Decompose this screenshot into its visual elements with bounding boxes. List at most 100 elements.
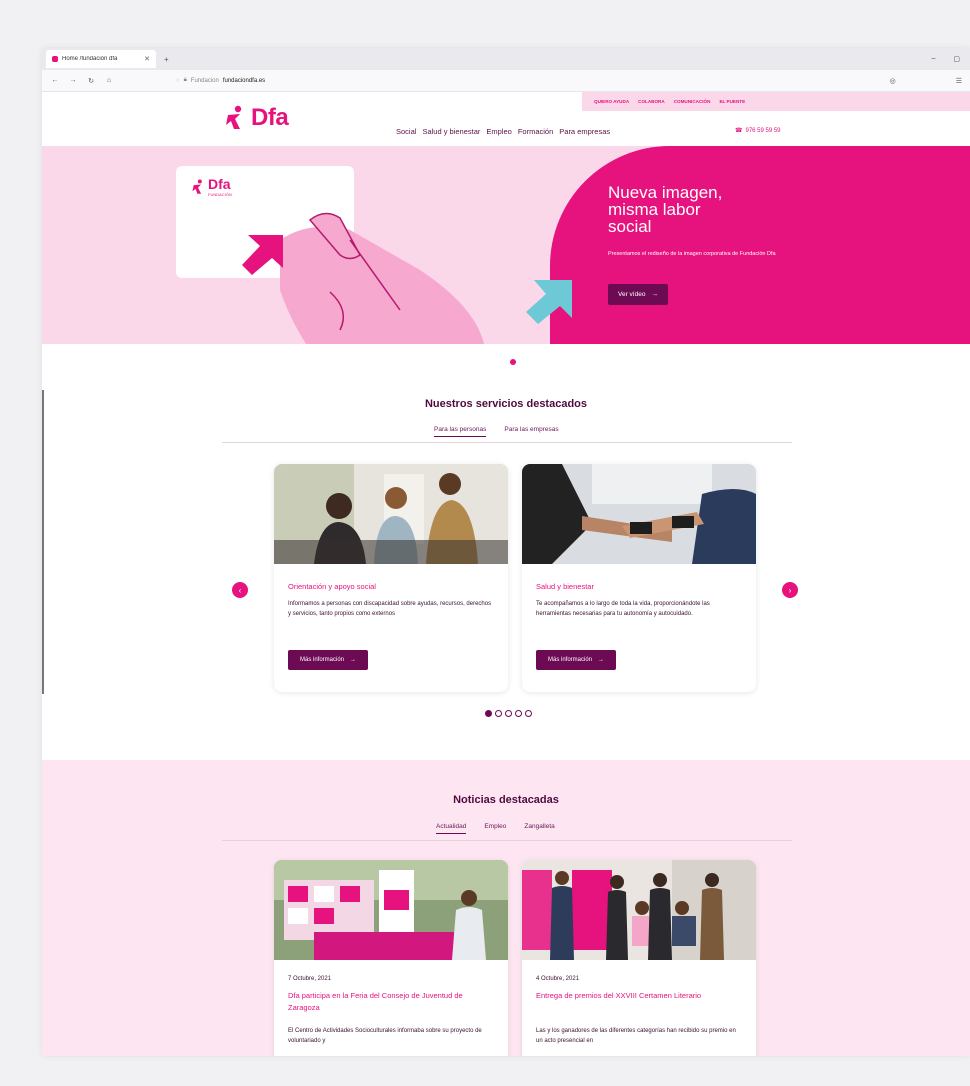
carousel-dot[interactable] xyxy=(525,710,532,717)
watch-video-label: Ver vídeo xyxy=(618,291,646,298)
logo-figure-icon xyxy=(192,178,202,194)
news-date: 7 Octubre, 2021 xyxy=(288,976,332,982)
news-photo-fair xyxy=(274,860,508,960)
hero-card-sub: FUNDACIÓN xyxy=(208,192,232,197)
services-tabs: Para las personas Para las empresas xyxy=(434,426,559,437)
service-card-title: Salud y bienestar xyxy=(536,582,594,591)
service-card: Orientación y apoyo social Informamos a … xyxy=(274,464,508,692)
browser-window: Home /fundación dfa ✕ + – ▢ ← → ↻ ⌂ ◌ 🔒︎… xyxy=(42,48,970,1056)
top-link[interactable]: COLABORA xyxy=(638,99,665,104)
hero-banner: Dfa FUNDACIÓN Nueva imagen, misma labor … xyxy=(42,146,970,344)
forward-icon[interactable]: → xyxy=(68,77,78,84)
news-photo-awards xyxy=(522,860,756,960)
service-photo-hands xyxy=(522,464,756,564)
phone-number: 976 59 59 59 xyxy=(745,127,781,134)
carousel-dot[interactable] xyxy=(495,710,502,717)
services-carousel-dots xyxy=(485,710,532,717)
teal-arrow-icon xyxy=(526,280,572,324)
service-card-text: Te acompañamos a lo largo de toda la vid… xyxy=(536,601,710,617)
maximize-icon[interactable]: ▢ xyxy=(953,55,960,63)
hero-title-line: misma labor xyxy=(608,200,701,219)
toolbar-right: ◎ ☰ xyxy=(890,77,962,85)
hero-title: Nueva imagen, misma labor social xyxy=(608,184,722,235)
url-prefix: Fundacion xyxy=(190,77,219,84)
tab-actualidad[interactable]: Actualidad xyxy=(436,823,467,834)
news-section: Noticias destacadas Actualidad Empleo Za… xyxy=(42,760,970,1056)
news-divider xyxy=(222,840,792,841)
carousel-next-button[interactable]: › xyxy=(782,582,798,598)
lock-icon: 🔒︎ xyxy=(183,77,187,83)
pink-arrow-icon xyxy=(242,235,283,275)
logo-figure-icon xyxy=(226,105,242,129)
top-links-bar: QUIERO AYUDA COLABORA COMUNICACIÓN EL PU… xyxy=(582,92,970,111)
hero-title-line: social xyxy=(608,217,652,236)
reload-icon[interactable]: ↻ xyxy=(86,77,96,85)
browser-tab-title: Home /fundación dfa xyxy=(62,56,118,62)
minimize-icon[interactable]: – xyxy=(931,55,935,63)
service-card-text: Informamos a personas con discapacidad s… xyxy=(288,601,492,617)
top-link[interactable]: EL PUENTE xyxy=(719,99,745,104)
news-title: Noticias destacadas xyxy=(453,794,559,806)
hero-carousel-dot[interactable] xyxy=(510,359,516,365)
nav-item-salud[interactable]: Salud y bienestar xyxy=(422,127,480,136)
shield-icon: ◌ xyxy=(176,77,180,84)
hero-title-line: Nueva imagen, xyxy=(608,183,723,202)
news-card-title[interactable]: Entrega de premios del XXVIII Certamen L… xyxy=(536,990,742,1002)
phone-link[interactable]: ☎ 976 59 59 59 xyxy=(735,127,781,135)
home-icon[interactable]: ⌂ xyxy=(104,77,114,84)
window-controls: – ▢ xyxy=(931,55,970,63)
news-card-text: El Centro de Actividades Socioculturales… xyxy=(288,1028,482,1044)
hero-subtitle: Presentamos el rediseño de la imagen cor… xyxy=(608,251,776,257)
nav-item-social[interactable]: Social xyxy=(396,127,416,136)
hand-illustration xyxy=(280,212,484,344)
extensions-icon[interactable]: ◎ xyxy=(890,77,896,85)
news-tabs: Actualidad Empleo Zangalleta xyxy=(436,823,555,834)
browser-tabstrip: Home /fundación dfa ✕ + – ▢ xyxy=(42,48,970,70)
more-info-label: Más información xyxy=(548,657,593,663)
service-card-title: Orientación y apoyo social xyxy=(288,582,376,591)
carousel-dot[interactable] xyxy=(505,710,512,717)
news-card[interactable]: 4 Octubre, 2021 Entrega de premios del X… xyxy=(522,860,756,1056)
services-divider xyxy=(222,442,792,443)
favicon-icon xyxy=(52,56,58,62)
more-info-label: Más información xyxy=(300,657,345,663)
menu-icon[interactable]: ☰ xyxy=(956,77,962,85)
new-tab-icon[interactable]: + xyxy=(164,55,169,64)
carousel-dot[interactable] xyxy=(515,710,522,717)
news-date: 4 Octubre, 2021 xyxy=(536,976,580,982)
news-card-title[interactable]: Dfa participa en la Feria del Consejo de… xyxy=(288,990,494,1014)
arrow-right-icon: → xyxy=(651,291,658,298)
more-info-button[interactable]: Más información → xyxy=(288,650,369,670)
close-tab-icon[interactable]: ✕ xyxy=(144,55,150,63)
news-card[interactable]: 7 Octubre, 2021 Dfa participa en la Feri… xyxy=(274,860,508,1056)
browser-toolbar: ← → ↻ ⌂ ◌ 🔒︎ Fundacion fundaciondfa.es ◎… xyxy=(42,70,970,92)
top-link[interactable]: COMUNICACIÓN xyxy=(674,99,711,104)
site-logo[interactable]: Dfa xyxy=(222,104,289,132)
tab-personas[interactable]: Para las personas xyxy=(434,426,487,437)
tab-empleo[interactable]: Empleo xyxy=(484,823,506,834)
nav-item-empresas[interactable]: Para empresas xyxy=(559,127,610,136)
carousel-dot[interactable] xyxy=(485,710,492,717)
arrow-right-icon: → xyxy=(598,657,605,663)
nav-item-empleo[interactable]: Empleo xyxy=(486,127,511,136)
tab-empresas[interactable]: Para las empresas xyxy=(504,426,558,437)
back-icon[interactable]: ← xyxy=(50,77,60,84)
url-host: fundaciondfa.es xyxy=(222,77,266,84)
chevron-right-icon: › xyxy=(788,585,792,595)
browser-tab[interactable]: Home /fundación dfa ✕ xyxy=(46,50,156,68)
tab-zangalleta[interactable]: Zangalleta xyxy=(524,823,554,834)
watch-video-button[interactable]: Ver vídeo → xyxy=(608,284,668,305)
phone-icon: ☎ xyxy=(735,128,743,134)
service-card: Salud y bienestar Te acompañamos a lo la… xyxy=(522,464,756,692)
carousel-prev-button[interactable]: ‹ xyxy=(232,582,248,598)
hero-card-logo: Dfa FUNDACIÓN xyxy=(190,176,232,197)
address-bar[interactable]: ◌ 🔒︎ Fundacion fundaciondfa.es xyxy=(176,77,816,84)
service-photo-women xyxy=(274,464,508,564)
nav-item-formacion[interactable]: Formación xyxy=(518,127,553,136)
left-scroll-edge xyxy=(42,390,44,694)
top-link[interactable]: QUIERO AYUDA xyxy=(594,99,629,104)
chevron-left-icon: ‹ xyxy=(238,585,242,595)
more-info-button[interactable]: Más información → xyxy=(536,650,617,670)
news-card-text: Las y los ganadores de las diferentes ca… xyxy=(536,1028,736,1044)
logo-text: Dfa xyxy=(251,104,289,131)
